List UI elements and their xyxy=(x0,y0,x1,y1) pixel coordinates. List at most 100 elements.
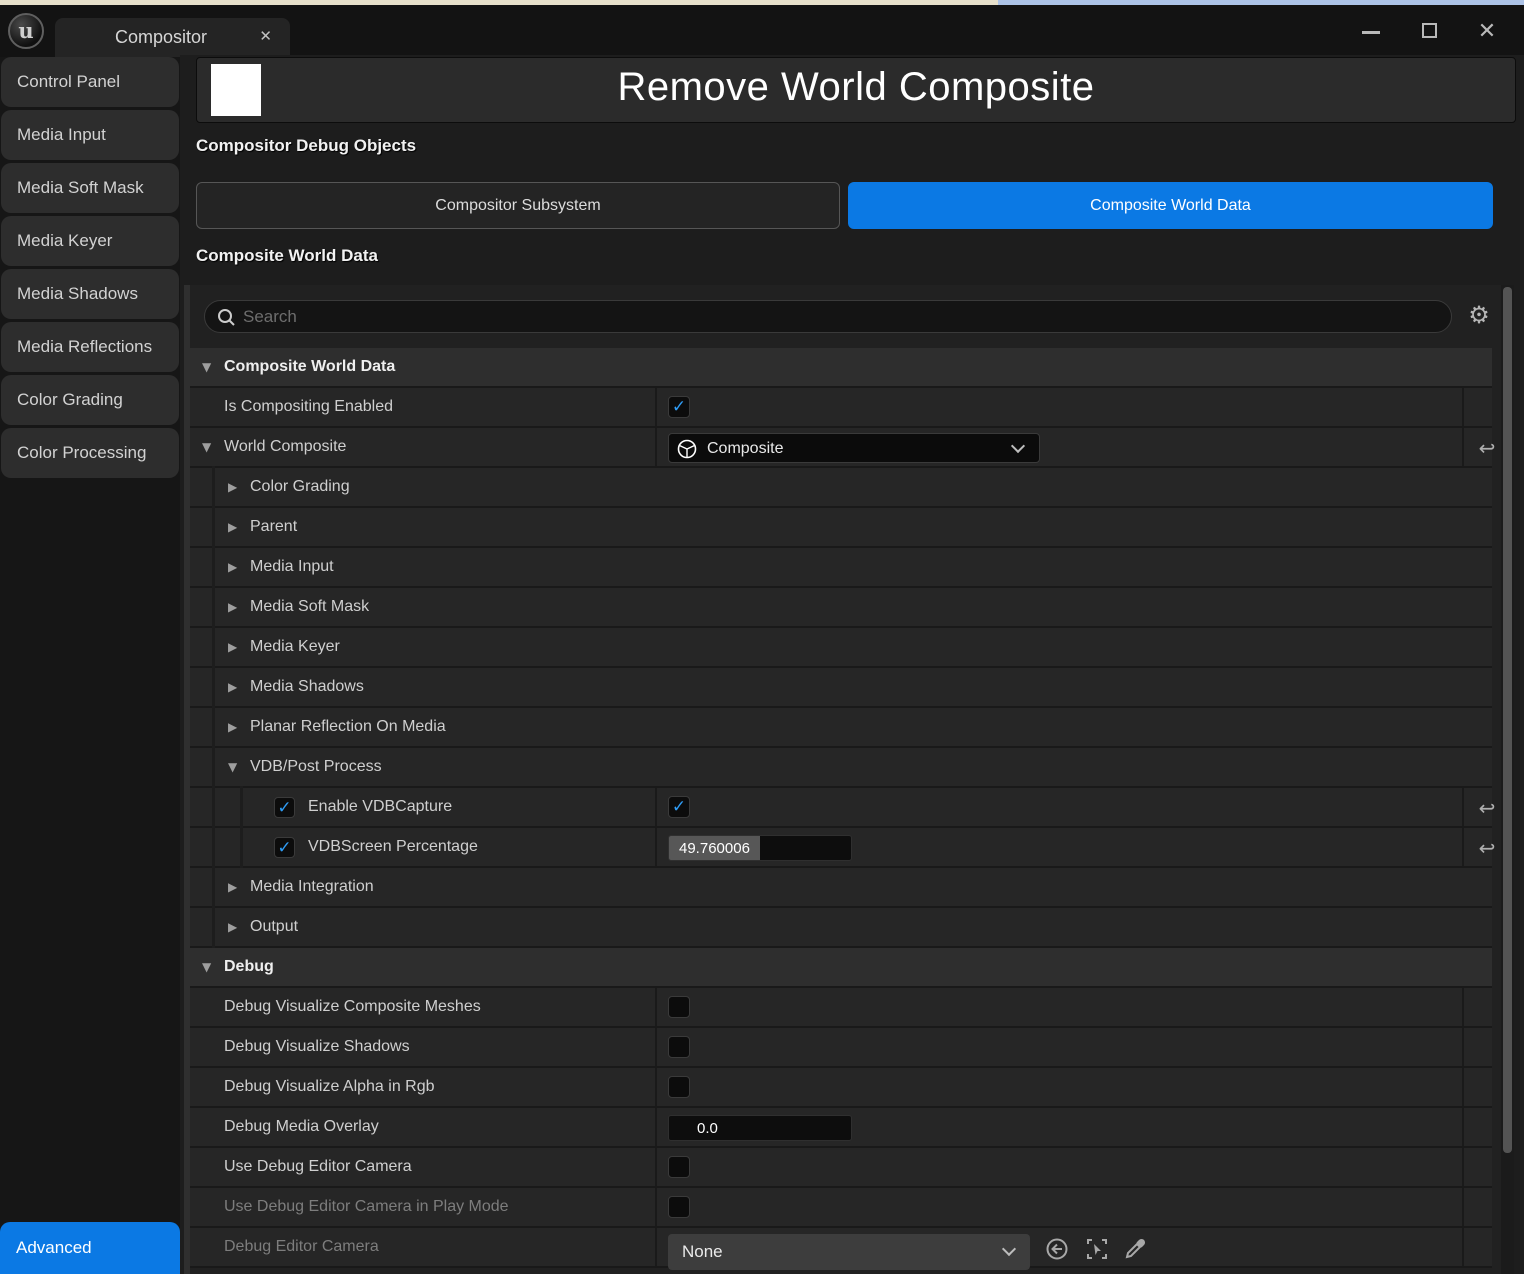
reset-to-default-icon[interactable]: ↩ xyxy=(1473,834,1501,862)
indent-guide xyxy=(212,866,215,908)
sidebar-item-control-panel[interactable]: Control Panel xyxy=(1,57,179,107)
sidebar-item-media-reflections[interactable]: Media Reflections xyxy=(1,322,179,372)
debug-editor-camera-dropdown[interactable]: None xyxy=(668,1234,1030,1270)
details-panel: ⚙ ▼ Composite World Data Is Compositing … xyxy=(190,285,1514,1274)
sidebar-item-media-input[interactable]: Media Input xyxy=(1,110,179,160)
category-label: Debug xyxy=(224,958,274,976)
eyedropper-icon[interactable] xyxy=(1123,1237,1147,1261)
subcategory-row-media-shadows[interactable]: ▶ Media Shadows xyxy=(190,668,1492,708)
subcategory-row-color-grading[interactable]: ▶ Color Grading xyxy=(190,468,1492,508)
sidebar-item-media-shadows[interactable]: Media Shadows xyxy=(1,269,179,319)
category-row-composite-world-data[interactable]: ▼ Composite World Data xyxy=(190,348,1492,388)
collapse-arrow-icon[interactable]: ▼ xyxy=(202,360,216,374)
expand-arrow-icon[interactable]: ▶ xyxy=(228,720,242,734)
use-selected-asset-icon[interactable] xyxy=(1045,1237,1069,1261)
subcategory-row-media-keyer[interactable]: ▶ Media Keyer xyxy=(190,628,1492,668)
vertical-scrollbar[interactable] xyxy=(1501,285,1514,1274)
search-input[interactable] xyxy=(243,301,1423,332)
expand-arrow-icon[interactable]: ▶ xyxy=(228,600,242,614)
subcategory-row-vdb-post-process[interactable]: ▼ VDB/Post Process xyxy=(190,748,1492,788)
debug-media-overlay-input[interactable]: 0.0 xyxy=(668,1115,852,1141)
compositor-subsystem-button[interactable]: Compositor Subsystem xyxy=(196,182,840,229)
maximize-button[interactable] xyxy=(1406,5,1452,57)
search-bar[interactable] xyxy=(204,300,1452,333)
property-row-use-debug-editor-camera-in-play-mode: Use Debug Editor Camera in Play Mode xyxy=(190,1188,1492,1228)
reset-to-default-icon[interactable]: ↩ xyxy=(1473,434,1501,462)
indent-guide xyxy=(212,546,215,588)
sidebar-item-advanced[interactable]: Advanced xyxy=(0,1222,180,1274)
property-row-enable-vdbcapture: Enable VDBCapture ↩ xyxy=(190,788,1492,828)
expand-arrow-icon[interactable]: ▶ xyxy=(228,920,242,934)
subcategory-row-media-soft-mask[interactable]: ▶ Media Soft Mask xyxy=(190,588,1492,628)
expand-arrow-icon[interactable]: ▶ xyxy=(228,520,242,534)
use-debug-editor-camera-in-play-mode-checkbox[interactable] xyxy=(668,1196,690,1218)
subcategory-label: VDB/Post Process xyxy=(250,758,382,776)
subcategory-row-output[interactable]: ▶ Output xyxy=(190,908,1492,948)
sidebar-item-color-grading[interactable]: Color Grading xyxy=(1,375,179,425)
title-bar: u Compositor ✕ ✕ xyxy=(0,5,1524,57)
expand-arrow-icon[interactable]: ▶ xyxy=(228,640,242,654)
sidebar-item-media-soft-mask[interactable]: Media Soft Mask xyxy=(1,163,179,213)
sidebar-item-color-processing[interactable]: Color Processing xyxy=(1,428,179,478)
collapse-arrow-icon[interactable]: ▼ xyxy=(202,960,216,974)
indent-guide xyxy=(240,786,243,828)
property-row-debug-editor-camera: Debug Editor Camera None xyxy=(190,1228,1492,1268)
sidebar-item-media-keyer[interactable]: Media Keyer xyxy=(1,216,179,266)
is-compositing-enabled-checkbox[interactable] xyxy=(668,396,690,418)
world-composite-dropdown[interactable]: Composite xyxy=(668,433,1040,463)
debug-visualize-shadows-checkbox[interactable] xyxy=(668,1036,690,1058)
property-label: Debug Editor Camera xyxy=(224,1238,379,1256)
section-label-debug-objects: Compositor Debug Objects xyxy=(196,136,416,156)
close-button[interactable]: ✕ xyxy=(1464,5,1510,57)
subcategory-row-parent[interactable]: ▶ Parent xyxy=(190,508,1492,548)
pick-actor-icon[interactable] xyxy=(1085,1237,1109,1261)
minimize-icon xyxy=(1362,31,1380,34)
edit-condition-checkbox[interactable] xyxy=(274,837,295,858)
minimize-button[interactable] xyxy=(1348,5,1394,57)
unreal-logo-icon: u xyxy=(8,13,44,49)
indent-guide xyxy=(240,826,243,868)
subcategory-label: Media Soft Mask xyxy=(250,598,369,616)
indent-guide xyxy=(212,626,215,668)
subcategory-label: Output xyxy=(250,918,298,936)
indent-guide xyxy=(212,586,215,628)
reset-to-default-icon[interactable]: ↩ xyxy=(1473,794,1501,822)
vdbscreen-percentage-input[interactable]: 49.760006 xyxy=(668,835,852,861)
indent-guide xyxy=(212,506,215,548)
property-row-debug-media-overlay: Debug Media Overlay 0.0 xyxy=(190,1108,1492,1148)
indent-guide xyxy=(212,746,215,788)
enable-vdbcapture-checkbox[interactable] xyxy=(668,796,690,818)
subcategory-row-media-input[interactable]: ▶ Media Input xyxy=(190,548,1492,588)
expand-arrow-icon[interactable]: ▶ xyxy=(228,480,242,494)
subcategory-row-media-integration[interactable]: ▶ Media Integration xyxy=(190,868,1492,908)
use-debug-editor-camera-checkbox[interactable] xyxy=(668,1156,690,1178)
scrollbar-thumb[interactable] xyxy=(1503,287,1512,1153)
collapse-arrow-icon[interactable]: ▼ xyxy=(228,760,242,774)
expand-arrow-icon[interactable]: ▶ xyxy=(228,880,242,894)
indent-guide xyxy=(212,706,215,748)
tab-compositor[interactable]: Compositor ✕ xyxy=(55,18,290,57)
expand-arrow-icon[interactable]: ▶ xyxy=(228,560,242,574)
category-row-debug[interactable]: ▼ Debug xyxy=(190,948,1492,988)
property-row-debug-visualize-alpha-in-rgb: Debug Visualize Alpha in Rgb xyxy=(190,1068,1492,1108)
edit-condition-checkbox[interactable] xyxy=(274,797,295,818)
composite-world-data-button[interactable]: Composite World Data xyxy=(848,182,1493,229)
dropdown-value: None xyxy=(682,1242,723,1262)
debug-visualize-alpha-in-rgb-checkbox[interactable] xyxy=(668,1076,690,1098)
subcategory-label: Planar Reflection On Media xyxy=(250,718,446,736)
close-icon: ✕ xyxy=(1478,18,1496,43)
gear-icon[interactable]: ⚙ xyxy=(1466,302,1492,328)
subcategory-row-planar-reflection[interactable]: ▶ Planar Reflection On Media xyxy=(190,708,1492,748)
expand-arrow-icon[interactable]: ▶ xyxy=(228,680,242,694)
property-label: Debug Media Overlay xyxy=(224,1118,379,1136)
dropdown-value: Composite xyxy=(707,440,783,458)
tab-close-icon[interactable]: ✕ xyxy=(259,27,272,45)
collapse-arrow-icon[interactable]: ▼ xyxy=(202,440,216,454)
property-label: VDBScreen Percentage xyxy=(308,838,478,856)
debug-visualize-composite-meshes-checkbox[interactable] xyxy=(668,996,690,1018)
page-header: Remove World Composite xyxy=(196,57,1516,123)
property-label: Use Debug Editor Camera xyxy=(224,1158,412,1176)
spinbox-value: 0.0 xyxy=(697,1120,718,1137)
indent-guide xyxy=(212,906,215,948)
spinbox-value: 49.760006 xyxy=(679,840,750,857)
